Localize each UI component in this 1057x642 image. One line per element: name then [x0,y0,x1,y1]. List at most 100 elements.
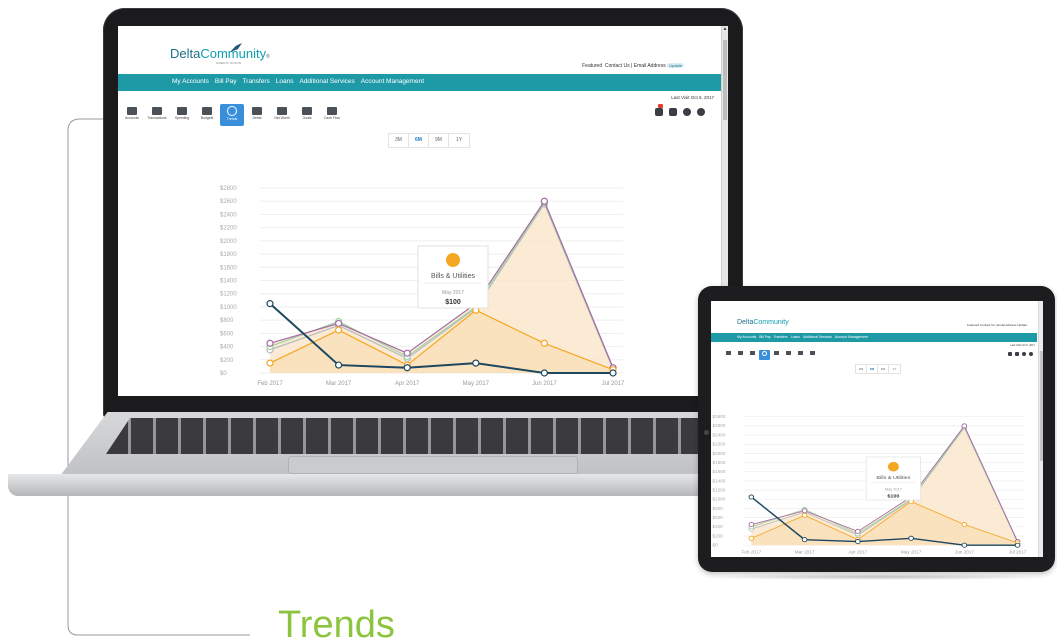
tool-goals[interactable]: Goals [295,104,319,126]
help-icon[interactable] [1022,352,1026,356]
gear-icon[interactable] [1029,352,1033,356]
accounts-icon [726,351,731,355]
target-icon [302,107,312,115]
y-tick-label: $1800 [220,252,237,258]
featured-link[interactable]: Featured [967,323,979,327]
nav-item-account-management[interactable]: Account Management [835,335,868,339]
range-6m[interactable]: 6M [867,365,878,373]
brand-logo-small[interactable]: DeltaCommunity [737,319,789,326]
trends-line-chart[interactable]: $0 $200 $400 $600 $800 $1000 $1200 $1400 $1600 $1… [218,128,638,390]
scrollbar-thumb[interactable] [1040,351,1043,461]
tool-accounts[interactable] [723,350,734,360]
range-9m[interactable]: 9M [878,365,889,373]
tool-debts[interactable]: Debts [245,104,269,126]
y-tick-label: $2600 [220,199,237,205]
tool-trends[interactable] [759,350,770,360]
tool-spending[interactable] [747,350,758,360]
y-tick-label: $2600 [713,423,726,428]
y-tick-label: $1000 [220,305,237,311]
range-6m[interactable]: 6M [409,134,429,147]
laptop-screen: DeltaCommunity® CREDIT UNION Featured Co… [118,26,728,396]
nav-item-loans[interactable]: Loans [791,335,800,339]
tool-transactions[interactable]: Transactions [145,104,169,126]
tool-label: Budgets [200,116,214,120]
main-nav: My Accounts Bill Pay Transfers Loans Add… [118,74,721,91]
nav-item-loans[interactable]: Loans [276,78,294,85]
range-1y[interactable]: 1Y [449,134,469,147]
bank-icon[interactable] [1015,352,1019,356]
nav-item-transfers[interactable]: Transfers [243,78,270,85]
tool-strip: Accounts Transactions Spending Budgets T… [118,104,721,128]
target-icon [798,351,803,355]
tool-cash-flow[interactable] [807,350,818,360]
inbox-icon[interactable] [1008,352,1012,356]
tool-cash-flow[interactable]: Cash Flow [320,104,344,126]
trends-chart-panel: 3M 6M 9M 1Y $0 $200 $400 $600 $800 $1000 $1200… [218,128,638,390]
nav-item-bill-pay[interactable]: Bill Pay [759,335,770,339]
tooltip-category: Bills & Utilities [876,475,910,481]
page-scrollbar-small[interactable] [1038,301,1043,557]
tooltip-category: Bills & Utilities [431,273,475,280]
contact-link[interactable]: Contact Us [605,63,630,69]
y-tick-label: $2000 [713,451,726,456]
y-tick-label: $2800 [713,414,726,419]
featured-link[interactable]: Featured [582,63,602,69]
range-3m[interactable]: 3M [389,134,409,147]
tool-transactions[interactable] [735,350,746,360]
tool-net-worth[interactable]: Net Worth [270,104,294,126]
x-tick-label: Jun 2017 [955,550,975,555]
tool-goals[interactable] [795,350,806,360]
tool-budgets[interactable]: Budgets [195,104,219,126]
scroll-up-icon[interactable]: ▲ [722,26,728,34]
trends-line-chart-small[interactable]: $0 $200 $400 $600 $800 $1000 $1200 $1400 $1600 $1… [711,375,1037,557]
tool-accounts[interactable]: Accounts [120,104,144,126]
nav-item-bill-pay[interactable]: Bill Pay [215,78,237,85]
update-button[interactable]: Update [1017,323,1027,327]
brand-logo[interactable]: DeltaCommunity® CREDIT UNION [170,46,270,65]
data-point-navy [908,535,914,541]
nav-item-additional-services[interactable]: Additional Services [299,78,354,85]
nav-item-account-management[interactable]: Account Management [361,78,424,85]
y-tick-label: $2200 [713,442,726,447]
email-address-link[interactable]: Email Address [634,63,666,69]
nav-item-my-accounts[interactable]: My Accounts [737,335,756,339]
contact-link[interactable]: Contact Us [980,323,995,327]
bank-icon[interactable] [669,108,677,116]
trends-caption: Trends [278,604,395,642]
data-point-navy [855,539,861,545]
tooltip-amount: $100 [887,493,899,499]
data-point-purple [334,319,343,328]
range-9m[interactable]: 9M [429,134,449,147]
nav-item-my-accounts[interactable]: My Accounts [172,78,209,85]
data-point-purple [403,349,411,357]
inbox-icon[interactable] [655,104,663,116]
nav-item-transfers[interactable]: Transfers [774,335,788,339]
y-tick-label: $2800 [220,186,237,192]
scrollbar-thumb[interactable] [723,40,727,120]
update-button[interactable]: Update [667,63,684,68]
laptop-keyboard [106,418,706,454]
tool-label: Goals [302,116,312,120]
nav-item-additional-services[interactable]: Additional Services [803,335,832,339]
data-point-orange [748,535,755,541]
y-tick-label: $1200 [713,488,726,493]
y-tick-label: $1400 [713,479,726,484]
data-point-orange [540,339,548,347]
x-tick-label: Mar 2017 [795,550,815,555]
tool-net-worth[interactable] [783,350,794,360]
range-selector-small: 3M 6M 9M 1Y [855,364,901,374]
range-1y[interactable]: 1Y [889,365,900,373]
gear-icon[interactable] [697,108,705,116]
help-icon[interactable] [683,108,691,116]
range-3m[interactable]: 3M [856,365,867,373]
y-tick-label: $0 [713,543,719,548]
tablet-screen: DeltaCommunity Featured Contact Us | Ema… [711,301,1043,557]
data-point-orange [961,522,968,528]
x-tick-label: Jun 2017 [532,381,557,387]
data-point-orange [334,326,343,334]
email-address-link[interactable]: Email Address [997,323,1016,327]
tool-trends[interactable]: Trends [220,104,244,126]
pie-icon [177,107,187,115]
tool-debts[interactable] [771,350,782,360]
tool-spending[interactable]: Spending [170,104,194,126]
